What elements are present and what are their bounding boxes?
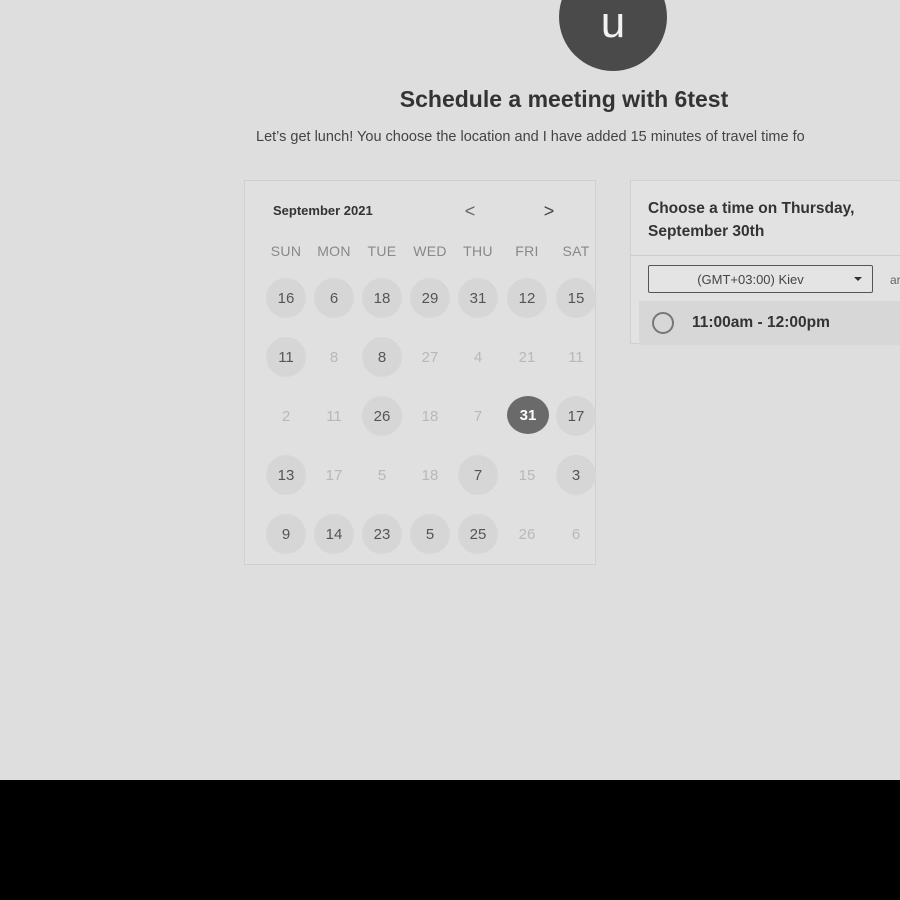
calendar-day[interactable]: 16 <box>266 278 306 318</box>
timezone-extra-text: ar <box>890 273 900 287</box>
calendar-day-selected[interactable]: 31 <box>507 396 549 434</box>
calendar-day[interactable]: 5 <box>410 514 450 554</box>
calendar-day[interactable]: 9 <box>266 514 306 554</box>
weekday-header: TUE <box>367 243 397 259</box>
weekday-header: FRI <box>515 243 539 259</box>
calendar-day: 18 <box>421 466 439 484</box>
calendar-day[interactable]: 26 <box>362 396 402 436</box>
calendar-day: 26 <box>518 525 536 543</box>
time-slot-label: 11:00am - 12:00pm <box>692 314 830 331</box>
page-subtitle: Let’s get lunch! You choose the location… <box>256 129 805 145</box>
weekday-header: SUN <box>270 243 302 259</box>
time-slot[interactable]: 11:00am - 12:00pm <box>639 301 900 345</box>
calendar-day: 21 <box>518 348 536 366</box>
calendar-day: 4 <box>473 348 483 366</box>
calendar-day[interactable]: 13 <box>266 455 306 495</box>
calendar-day[interactable]: 12 <box>507 278 547 318</box>
weekday-header: MON <box>317 243 351 259</box>
calendar-day: 27 <box>421 348 439 366</box>
calendar-day[interactable]: 14 <box>314 514 354 554</box>
calendar-day[interactable]: 3 <box>556 455 596 495</box>
weekday-header: WED <box>413 243 447 259</box>
calendar-day: 2 <box>281 407 291 425</box>
next-month-button[interactable]: > <box>537 199 561 223</box>
calendar-day: 7 <box>473 407 483 425</box>
calendar-day: 18 <box>421 407 439 425</box>
calendar-day: 11 <box>568 348 584 366</box>
calendar-day[interactable]: 17 <box>556 396 596 436</box>
scheduler-page: u Schedule a meeting with 6test Let’s ge… <box>0 0 900 780</box>
calendar-day[interactable]: 6 <box>314 278 354 318</box>
calendar-day[interactable]: 25 <box>458 514 498 554</box>
timezone-select[interactable]: (GMT+03:00) Kiev <box>648 265 873 293</box>
calendar-day[interactable]: 18 <box>362 278 402 318</box>
calendar-day[interactable]: 8 <box>362 337 402 377</box>
calendar-day: 5 <box>377 466 387 484</box>
radio-circle-icon[interactable] <box>652 312 674 334</box>
prev-month-button[interactable]: < <box>458 199 482 223</box>
time-picker-panel: Choose a time on Thursday, September 30t… <box>630 180 900 345</box>
avatar: u <box>559 0 667 71</box>
calendar-day[interactable]: 23 <box>362 514 402 554</box>
calendar-day[interactable]: 11 <box>266 337 306 377</box>
calendar-day[interactable]: 29 <box>410 278 450 318</box>
calendar-day: 15 <box>518 466 536 484</box>
calendar-month-label: September 2021 <box>273 203 373 218</box>
time-picker-heading: Choose a time on Thursday, September 30t… <box>648 200 855 240</box>
calendar: September 2021 < > SUN MON TUE WED THU FRI SAT… <box>244 180 596 565</box>
avatar-letter: u <box>600 0 626 47</box>
weekday-header: SAT <box>562 243 590 259</box>
calendar-day: 17 <box>325 466 343 484</box>
calendar-day: 6 <box>571 525 581 543</box>
calendar-day[interactable]: 31 <box>458 278 498 318</box>
panel-divider <box>631 255 900 256</box>
page-title: Schedule a meeting with 6test <box>399 86 729 112</box>
timezone-value: (GMT+03:00) Kiev <box>697 271 804 287</box>
caret-down-icon <box>854 277 862 281</box>
calendar-day: 11 <box>326 407 342 425</box>
calendar-day[interactable]: 7 <box>458 455 498 495</box>
weekday-header: THU <box>463 243 493 259</box>
calendar-day[interactable]: 15 <box>556 278 596 318</box>
calendar-day: 8 <box>329 348 339 366</box>
